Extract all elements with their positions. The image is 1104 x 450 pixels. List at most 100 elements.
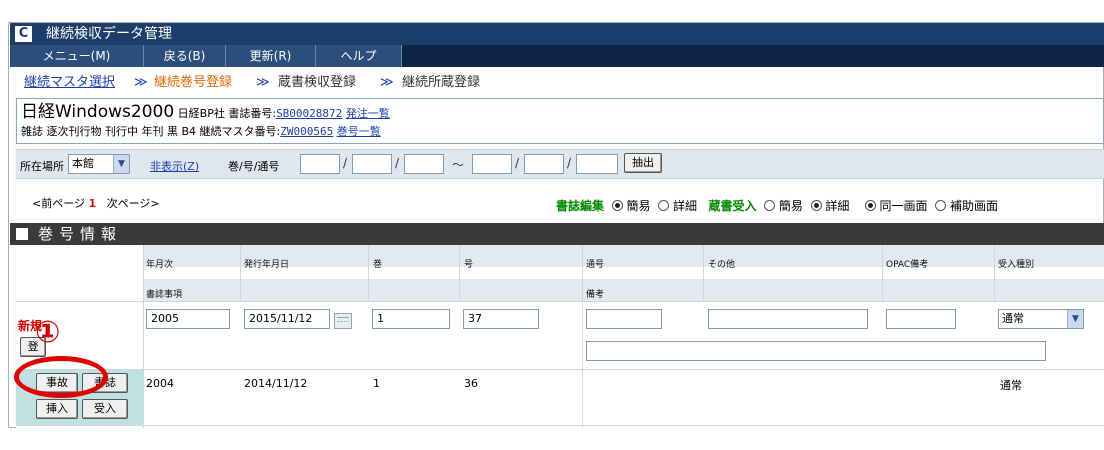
col-other: その他: [708, 260, 736, 270]
col-biblio-item: 書誌事項: [146, 290, 183, 300]
grid-line: [16, 369, 1104, 370]
grid-line: [459, 245, 460, 301]
slash-separator: /: [395, 156, 400, 170]
menu-back[interactable]: 戻る(B): [144, 45, 226, 67]
same-screen-radio[interactable]: [864, 200, 876, 211]
new-volume-input[interactable]: 1: [372, 309, 450, 329]
breadcrumb: 継続マスタ選択 ≫ 継続巻号登録 ≫ 蔵書検収登録 ≫ 継続所蔵登録: [10, 70, 1104, 96]
new-year-month-input[interactable]: 2005: [146, 309, 230, 329]
biblio-edit-detail-radio[interactable]: [658, 200, 670, 211]
serial-from-input[interactable]: [404, 154, 444, 174]
volume-table: 年月次 発行年月日 巻 号 通号 その他 OPAC備考 受入種別 書誌事項 備考…: [16, 245, 1104, 428]
col-number: 号: [464, 260, 474, 270]
new-other-input[interactable]: [708, 309, 868, 329]
number-from-input[interactable]: [352, 154, 392, 174]
grid-line: [240, 245, 241, 301]
holding-accept-detail-radio[interactable]: [810, 200, 822, 211]
new-number-input[interactable]: 37: [463, 309, 539, 329]
prev-page-link[interactable]: <前ページ: [32, 197, 85, 210]
location-select[interactable]: 本館 ▼: [68, 154, 130, 174]
serial-details: 雑誌 逐次刊行物 刊行中 年刊 黒 B4 継続マスタ番号:: [21, 125, 281, 138]
row-number: 36: [464, 377, 478, 390]
display-options: 書誌編集 簡易 詳細 蔵書受入 簡易 詳細 同一画面 補助画面: [556, 197, 998, 214]
biblio-edit-detail-label: 詳細: [672, 199, 697, 213]
window-title: 継続検収データ管理: [46, 26, 172, 42]
slash-separator: /: [343, 156, 348, 170]
search-bar: 所在場所 本館 ▼ 非表示(Z) 巻/号/通号 / / ～ / / 抽出: [16, 149, 1104, 179]
callout-number: ①: [35, 315, 61, 350]
bib-no-link[interactable]: SB00028872: [276, 107, 342, 120]
serial-title: 日経Windows2000: [21, 102, 175, 122]
aux-screen-radio[interactable]: [935, 200, 947, 211]
bibliographic-info-panel: 日経Windows2000 日経BP社 書誌番号:SB00028872 発注一覧…: [16, 98, 1104, 144]
bibliographic-line2: 雑誌 逐次刊行物 刊行中 年刊 黒 B4 継続マスタ番号:ZW000565 巻号…: [21, 123, 381, 141]
col-issue-date: 発行年月日: [244, 260, 290, 270]
insert-button[interactable]: 挿入: [36, 399, 78, 419]
breadcrumb-volume-register: 継続巻号登録: [154, 75, 233, 90]
bibliographic-line1: 日経Windows2000 日経BP社 書誌番号:SB00028872 発注一覧: [21, 101, 390, 123]
menu-refresh[interactable]: 更新(R): [226, 45, 316, 67]
menu-menu[interactable]: メニュー(M): [10, 45, 144, 67]
volume-from-input[interactable]: [300, 154, 340, 174]
grid-line: [368, 245, 369, 301]
bib-no-label: 書誌番号:: [228, 107, 277, 120]
grid-line: [582, 245, 583, 428]
grid-line: [703, 245, 704, 301]
same-screen-label: 同一画面: [879, 199, 928, 213]
col-volume: 巻: [373, 260, 383, 270]
biblio-edit-simple-radio[interactable]: [611, 200, 623, 211]
number-to-input[interactable]: [524, 154, 564, 174]
holding-accept-label: 蔵書受入: [708, 199, 757, 213]
grid-line: [16, 301, 1104, 302]
col-serial-number: 通号: [586, 260, 605, 270]
breadcrumb-master-select[interactable]: 継続マスタ選択: [24, 70, 115, 96]
section-square-icon: [16, 228, 28, 240]
grid-line: [994, 245, 995, 301]
range-tilde: ～: [452, 158, 465, 172]
new-remarks-input[interactable]: [586, 341, 1046, 361]
col-accept-type: 受入種別: [998, 260, 1035, 270]
new-opac-note-input[interactable]: [886, 309, 956, 329]
app-logo-icon: C: [15, 26, 32, 42]
next-page-link[interactable]: 次ページ>: [107, 197, 160, 210]
volume-list-link[interactable]: 巻号一覧: [337, 125, 381, 138]
extract-button[interactable]: 抽出: [624, 153, 662, 173]
accept-type-select[interactable]: 通常 ▼: [998, 309, 1084, 329]
menu-bar: メニュー(M) 戻る(B) 更新(R) ヘルプ: [10, 45, 1104, 67]
location-value: 本館: [72, 157, 94, 170]
section-title: 巻号情報: [38, 225, 123, 243]
aux-screen-label: 補助画面: [950, 199, 999, 213]
breadcrumb-separator: ≫: [256, 75, 270, 90]
new-serial-number-input[interactable]: [586, 309, 662, 329]
row-year-month: 2004: [146, 377, 174, 390]
grid-line: [16, 425, 1104, 426]
col-remarks: 備考: [586, 290, 605, 300]
grid-line: [143, 245, 144, 428]
hide-link[interactable]: 非表示(Z): [150, 158, 199, 174]
biblio-edit-simple-label: 簡易: [626, 199, 651, 213]
order-list-link[interactable]: 発注一覧: [346, 107, 390, 120]
serial-to-input[interactable]: [576, 154, 618, 174]
master-no-link[interactable]: ZW000565: [280, 125, 333, 138]
volume-to-input[interactable]: [472, 154, 512, 174]
current-page: 1: [88, 197, 97, 210]
volume-range-label: 巻/号/通号: [228, 160, 280, 173]
menu-bar-filler: [402, 45, 1104, 67]
section-header: 巻号情報: [10, 223, 1104, 245]
biblio-edit-label: 書誌編集: [556, 199, 605, 213]
chevron-down-icon: ▼: [1067, 310, 1083, 328]
table-subheader-row: [143, 279, 1104, 301]
highlight-ellipse: [14, 356, 108, 398]
new-issue-date-input[interactable]: 2015/11/12: [244, 309, 330, 329]
holding-accept-simple-label: 簡易: [778, 199, 803, 213]
pager: <前ページ 1 次ページ>: [32, 195, 160, 211]
row-issue-date: 2014/11/12: [244, 377, 308, 390]
grid-line: [882, 245, 883, 301]
slash-separator: /: [567, 156, 572, 170]
calendar-icon[interactable]: [334, 313, 352, 329]
holding-accept-simple-radio[interactable]: [764, 200, 776, 211]
col-opac-note: OPAC備考: [886, 260, 929, 270]
breadcrumb-separator: ≫: [380, 75, 394, 90]
menu-help[interactable]: ヘルプ: [316, 45, 402, 67]
accept-button[interactable]: 受入: [82, 399, 128, 419]
